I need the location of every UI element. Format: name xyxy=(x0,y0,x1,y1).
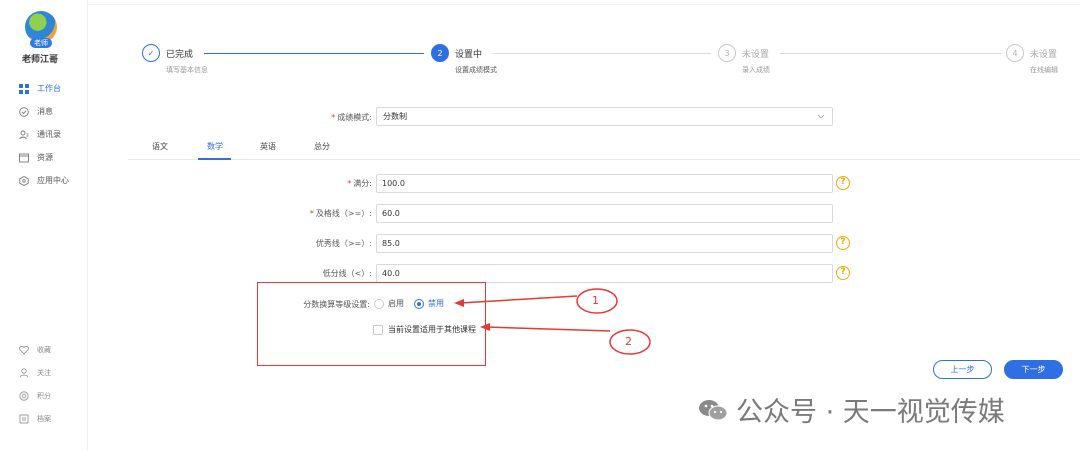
sidebar-item-contacts[interactable]: 通讯录 xyxy=(18,123,69,146)
watermark: 公众号 · 天一视觉传媒 xyxy=(698,390,1005,429)
grid-icon xyxy=(18,83,29,94)
sidebar-item-label: 关注 xyxy=(37,368,51,377)
wechat-icon xyxy=(699,399,728,420)
sidebar-item-label: 消息 xyxy=(37,107,53,116)
sidebar-item-archive[interactable]: 档案 xyxy=(18,407,51,430)
sidebar-item-resources[interactable]: 资源 xyxy=(18,146,69,169)
sidebar-item-label: 资源 xyxy=(37,153,53,162)
main-content: ✓ 已完成 填写基本信息 2 设置中 设置成绩模式 3 未设置 录入成绩 4 未… xyxy=(88,0,1080,451)
next-step-button[interactable]: 下一步 xyxy=(1004,360,1063,379)
sidebar-bottom-nav: 收藏 关注 积分 档案 xyxy=(18,338,51,430)
heart-icon xyxy=(18,344,29,355)
sidebar-item-label: 工作台 xyxy=(37,84,61,93)
annotation-label-2: 2 xyxy=(625,335,632,348)
watermark-text: 公众号 · 天一视觉传媒 xyxy=(736,397,1005,428)
archive-icon xyxy=(18,413,29,424)
annotation-label-1: 1 xyxy=(592,294,599,307)
sidebar-item-workbench[interactable]: 工作台 xyxy=(18,77,69,100)
folder-icon xyxy=(18,152,29,163)
coin-icon xyxy=(18,390,29,401)
hexagon-icon xyxy=(18,175,29,186)
annotation-arrows xyxy=(454,288,651,355)
app-window: 老师 老师江哥 工作台 消息 通讯录 资源 应用中心 收藏 关注 积分 档案 ✓… xyxy=(0,0,1080,451)
sidebar-item-label: 通讯录 xyxy=(37,130,61,139)
sidebar-item-label: 积分 xyxy=(37,391,51,400)
contacts-icon xyxy=(18,129,29,140)
sidebar-nav: 工作台 消息 通讯录 资源 应用中心 xyxy=(18,77,69,192)
sidebar-item-label: 应用中心 xyxy=(37,176,69,185)
sidebar-item-messages[interactable]: 消息 xyxy=(18,100,69,123)
avatar-badge: 老师 xyxy=(30,38,52,48)
check-circle-icon xyxy=(18,106,29,117)
user-name: 老师江哥 xyxy=(21,55,58,65)
sidebar-item-favorites[interactable]: 收藏 xyxy=(18,338,51,361)
prev-step-button[interactable]: 上一步 xyxy=(933,360,992,379)
sidebar-item-label: 档案 xyxy=(37,414,51,423)
sidebar: 老师 老师江哥 工作台 消息 通讯录 资源 应用中心 收藏 关注 积分 档案 xyxy=(0,0,88,451)
sidebar-item-app-center[interactable]: 应用中心 xyxy=(18,169,69,192)
sidebar-item-label: 收藏 xyxy=(37,345,51,354)
sidebar-item-follow[interactable]: 关注 xyxy=(18,361,51,384)
sidebar-item-points[interactable]: 积分 xyxy=(18,384,51,407)
user-icon xyxy=(18,367,29,378)
